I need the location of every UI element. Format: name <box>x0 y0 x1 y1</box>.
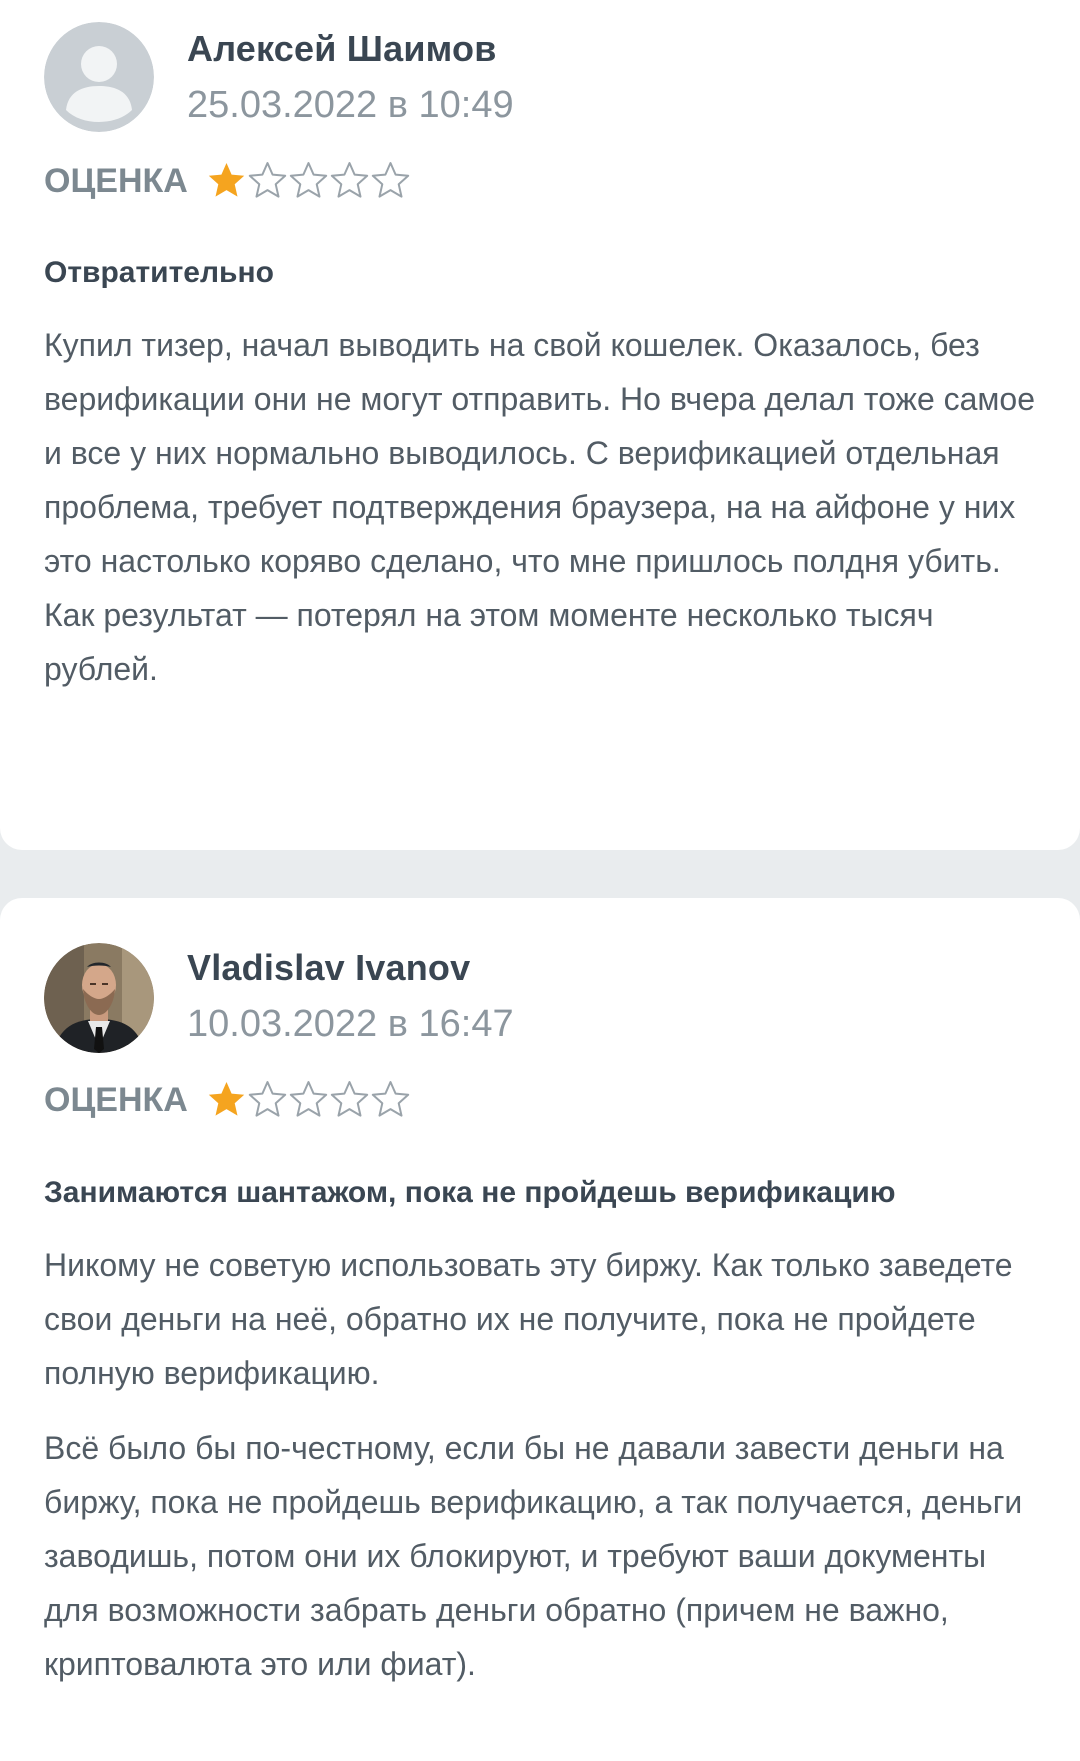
review-author[interactable]: Алексей Шаимов <box>187 28 497 70</box>
review-card: Алексей Шаимов 25.03.2022 в 10:49 ОЦЕНКА… <box>0 0 1080 850</box>
star-outline-icon <box>371 1081 410 1117</box>
review-text: Никому не советую использовать эту биржу… <box>44 1247 1013 1391</box>
review-date: 25.03.2022 в 10:49 <box>187 84 514 126</box>
star-outline-icon <box>330 1081 369 1117</box>
review-title: Занимаются шантажом, пока не пройдешь ве… <box>44 1176 896 1209</box>
star-filled-icon <box>208 1082 245 1116</box>
avatar-photo <box>44 943 154 1053</box>
rating-stars <box>206 1079 411 1119</box>
review-text: Всё было бы по-честному, если бы не дава… <box>44 1430 1023 1682</box>
review-date: 10.03.2022 в 16:47 <box>187 1003 514 1045</box>
star-outline-icon <box>289 1081 328 1117</box>
review-card: Vladislav Ivanov 10.03.2022 в 16:47 ОЦЕН… <box>0 898 1080 1761</box>
star-filled-icon <box>208 163 245 197</box>
review-text: Купил тизер, начал выводить на свой коше… <box>44 327 1036 687</box>
star-outline-icon <box>248 162 287 198</box>
review-title: Отвратительно <box>44 256 274 289</box>
star-outline-icon <box>289 162 328 198</box>
rating-stars <box>206 160 411 200</box>
rating-label: ОЦЕНКА <box>44 162 188 200</box>
reviews-page: Алексей Шаимов 25.03.2022 в 10:49 ОЦЕНКА… <box>0 0 1080 1761</box>
star-outline-icon <box>248 1081 287 1117</box>
rating-label: ОЦЕНКА <box>44 1081 188 1119</box>
review-author[interactable]: Vladislav Ivanov <box>187 947 470 989</box>
user-silhouette-icon <box>44 22 154 132</box>
star-outline-icon <box>371 162 410 198</box>
star-outline-icon <box>330 162 369 198</box>
